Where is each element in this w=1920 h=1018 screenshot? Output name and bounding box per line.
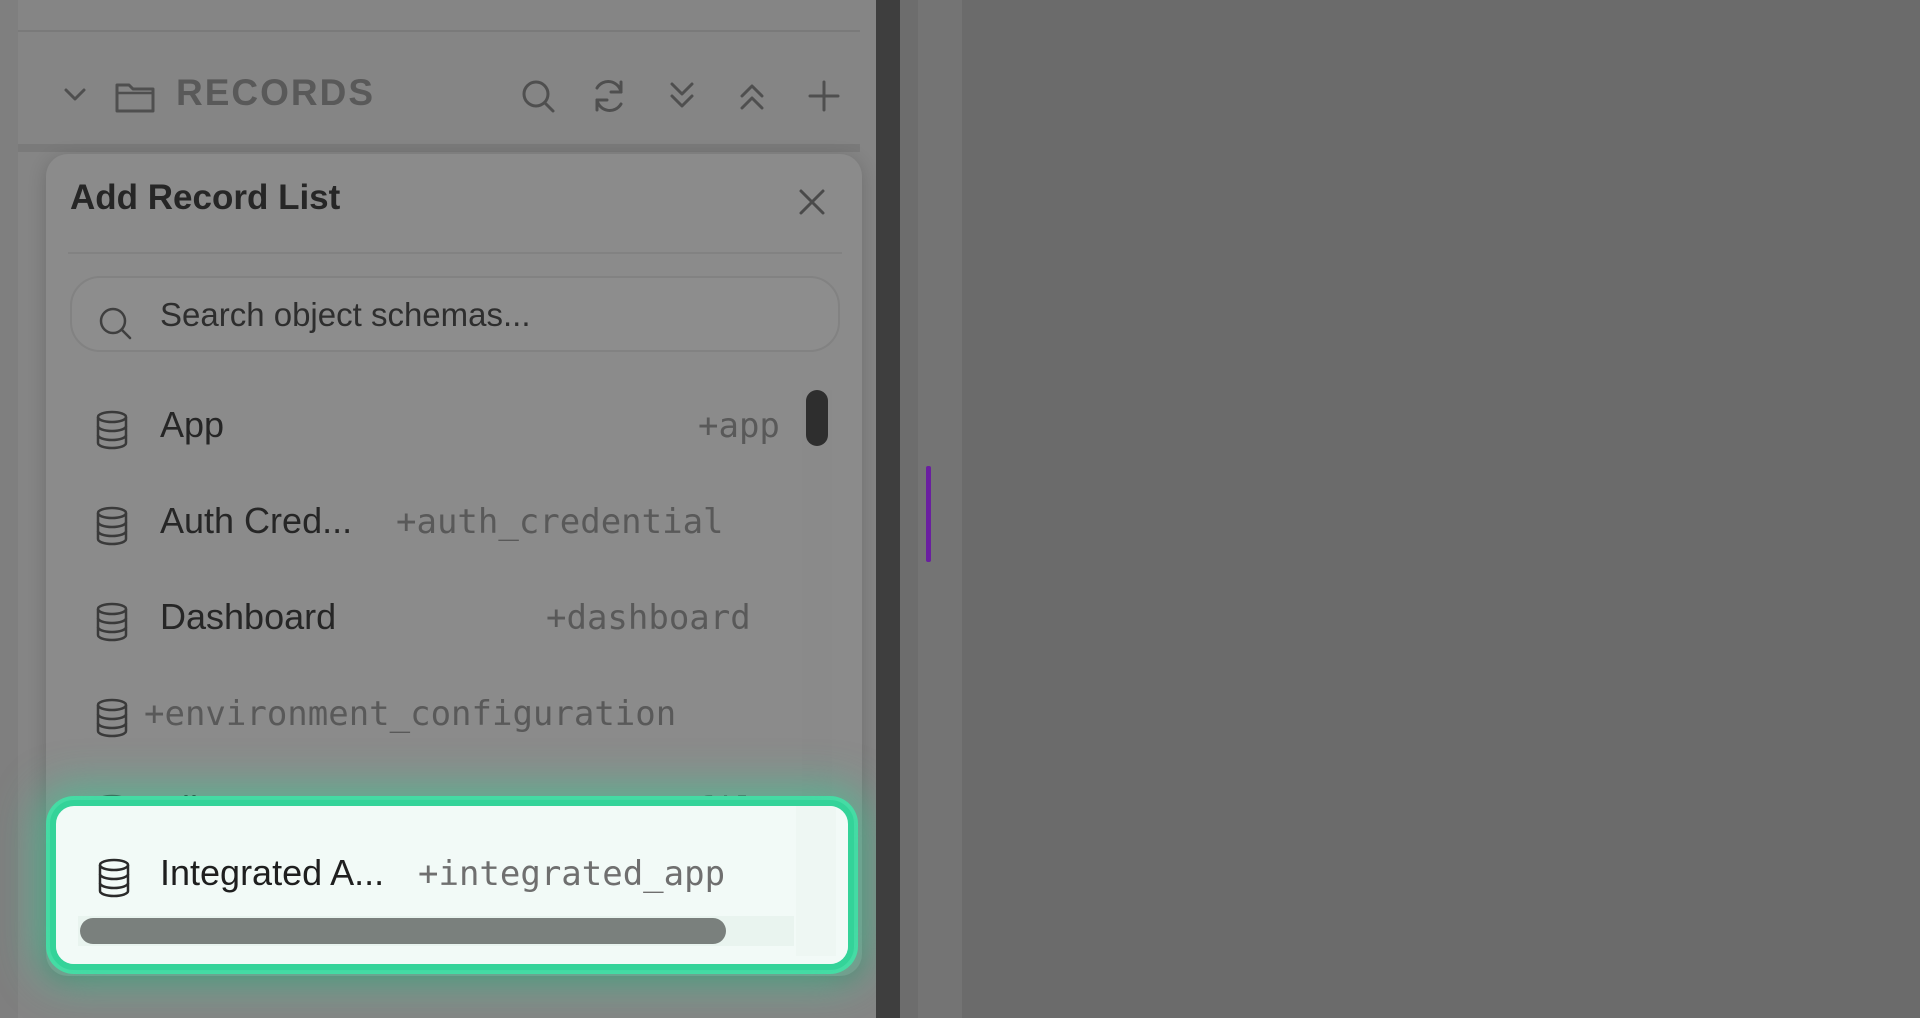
database-icon [94,410,130,455]
records-section-header[interactable]: RECORDS [18,60,860,132]
list-item[interactable]: +environment_configuration [46,666,806,762]
list-item[interactable]: Auth Cred... +auth_credential [46,474,806,570]
horizontal-scrollbar-thumb[interactable] [80,918,726,944]
database-icon [94,698,130,743]
plus-icon[interactable] [806,76,842,121]
section-title: RECORDS [176,72,376,113]
item-name: Dashboard [160,596,337,637]
database-icon [96,858,132,903]
item-key: +environment_configuration [144,694,677,734]
search-input[interactable] [158,286,812,344]
top-divider [18,30,860,32]
gutter [900,0,918,1018]
search-icon [96,304,134,347]
item-name: Integrated A... [160,852,385,893]
item-key: +integrated_app [418,854,726,894]
expand-all-icon[interactable] [664,76,700,121]
activity-strip [918,0,962,1018]
active-indicator [926,466,931,562]
close-icon[interactable] [796,186,828,218]
header-shadow [18,144,860,152]
database-icon [94,602,130,647]
search-icon[interactable] [518,76,558,121]
panel-resize-handle[interactable] [876,0,900,1018]
popup-divider [68,252,842,254]
popup-title: Add Record List [70,178,341,217]
sidebar-panel: RECORDS Add Record List Search object sc… [0,0,876,1018]
collapse-all-icon[interactable] [734,76,770,121]
sidebar-rail [0,0,18,1018]
item-key: +auth_credential [396,502,724,542]
refresh-icon[interactable] [588,76,630,121]
search-field[interactable] [70,276,840,352]
scrollbar-corner [796,806,836,956]
list-item[interactable]: App +app [46,378,806,474]
vertical-scrollbar-thumb[interactable] [806,390,828,446]
item-key: +app [698,406,780,446]
highlighted-list-item[interactable]: Integrated A... +integrated_app [50,800,854,970]
list-item[interactable]: Dashboard +dashboard [46,570,806,666]
item-name: Auth Cred... [160,500,353,541]
chevron-down-icon[interactable] [60,80,90,115]
folder-icon [114,78,156,119]
database-icon [94,506,130,551]
item-key: +dashboard [546,598,751,638]
item-name: App [160,404,225,445]
